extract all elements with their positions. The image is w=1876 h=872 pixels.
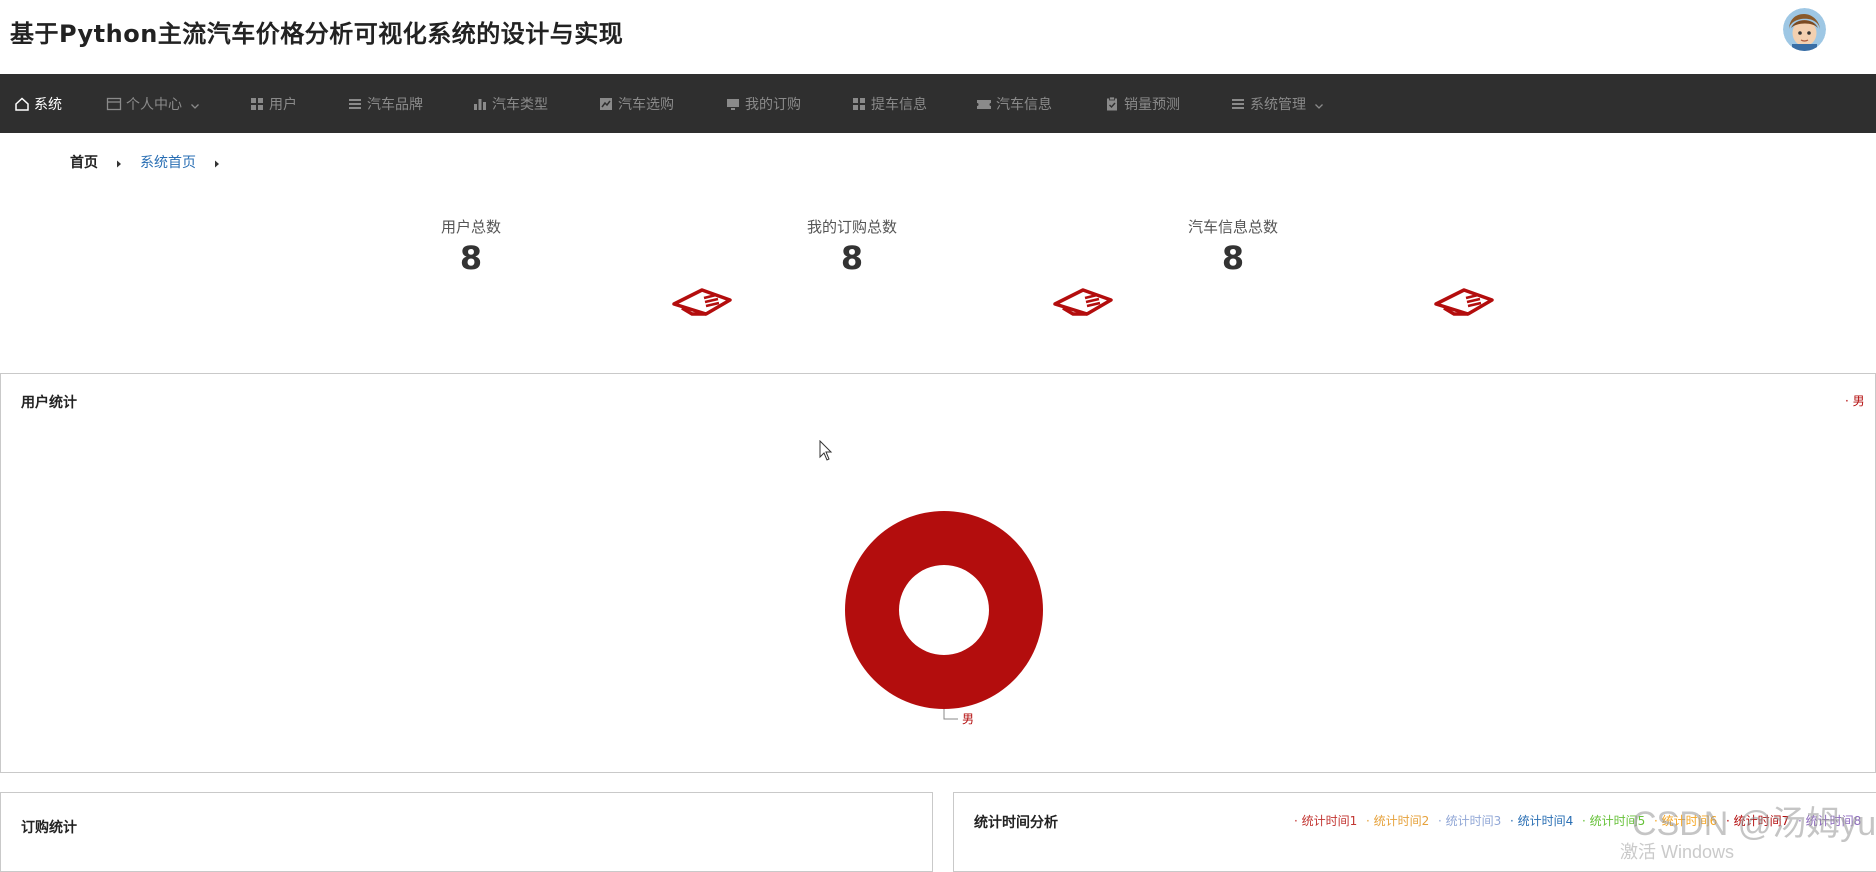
stat-label: 汽车信息总数 <box>1187 218 1278 236</box>
chart-box-icon <box>598 96 614 112</box>
document-icon <box>672 286 734 318</box>
windows-activation-watermark: 激活 Windows <box>1620 842 1735 862</box>
chevron-down-icon <box>190 99 200 109</box>
nav-item-label: 汽车信息 <box>996 96 1052 113</box>
order-stats-panel: 订购统计 <box>0 792 933 872</box>
nav-item-personal-center[interactable]: 个人中心 <box>106 74 200 133</box>
main-navbar: 系统 个人中心 用户 汽车品牌 汽车类型 汽车选购 我的订购 提车信息 汽车信息… <box>0 74 1876 133</box>
calendar-icon <box>106 96 122 112</box>
stat-value: 8 <box>840 239 864 277</box>
stat-value: 8 <box>1221 239 1245 277</box>
nav-item-label: 个人中心 <box>126 96 182 113</box>
breadcrumb-current[interactable]: 系统首页 <box>140 152 196 172</box>
nav-item-label: 系统管理 <box>1250 96 1306 113</box>
clipboard-icon <box>1104 96 1120 112</box>
nav-item-pickup-info[interactable]: 提车信息 <box>851 74 927 133</box>
stat-label: 用户总数 <box>440 218 501 236</box>
caret-right-icon <box>114 157 124 168</box>
bar-chart-icon <box>472 96 488 112</box>
list-icon <box>347 96 363 112</box>
nav-item-my-orders[interactable]: 我的订购 <box>725 74 801 133</box>
nav-item-label: 汽车选购 <box>618 96 674 113</box>
stat-user-total: 用户总数 8 <box>371 216 571 277</box>
header: 基于Python主流汽车价格分析可视化系统的设计与实现 <box>0 0 1876 74</box>
nav-item-label: 系统 <box>34 96 62 113</box>
breadcrumb-home[interactable]: 首页 <box>70 152 98 172</box>
list-icon <box>1230 96 1246 112</box>
time-legend-item[interactable]: · 统计时间3 <box>1438 812 1501 829</box>
stat-car-info-total: 汽车信息总数 8 <box>1133 216 1333 277</box>
grid-icon <box>249 96 265 112</box>
nav-item-system-management[interactable]: 系统管理 <box>1230 74 1324 133</box>
nav-item-label: 用户 <box>269 96 297 113</box>
nav-item-label: 提车信息 <box>871 96 927 113</box>
stat-label: 我的订购总数 <box>806 218 897 236</box>
document-icon <box>1053 286 1115 318</box>
panel-title: 统计时间分析 <box>974 815 1058 831</box>
chevron-down-icon <box>1314 99 1324 109</box>
nav-item-label: 我的订购 <box>745 96 801 113</box>
nav-item-car-info[interactable]: 汽车信息 <box>976 74 1052 133</box>
nav-item-system[interactable]: 系统 <box>14 74 62 133</box>
nav-item-label: 销量预测 <box>1124 96 1180 113</box>
breadcrumb: 首页 系统首页 <box>70 152 238 172</box>
user-stats-panel: 用户统计 · 男 男 <box>0 373 1876 773</box>
monitor-icon <box>725 96 741 112</box>
nav-item-sales-forecast[interactable]: 销量预测 <box>1104 74 1180 133</box>
nav-item-car-purchase[interactable]: 汽车选购 <box>598 74 674 133</box>
nav-item-car-brand[interactable]: 汽车品牌 <box>347 74 423 133</box>
panel-title: 订购统计 <box>21 820 77 836</box>
grid-icon <box>851 96 867 112</box>
nav-item-users[interactable]: 用户 <box>249 74 297 133</box>
time-legend-item[interactable]: · 统计时间1 <box>1294 812 1357 829</box>
slice-label: 男 <box>962 712 974 726</box>
user-avatar[interactable] <box>1783 8 1826 51</box>
nav-item-car-type[interactable]: 汽车类型 <box>472 74 548 133</box>
nav-item-label: 汽车品牌 <box>367 96 423 113</box>
stat-order-total: 我的订购总数 8 <box>752 216 952 277</box>
mouse-cursor-icon <box>819 439 833 466</box>
nav-item-label: 汽车类型 <box>492 96 548 113</box>
caret-right-icon <box>212 157 222 168</box>
app-title: 基于Python主流汽车价格分析可视化系统的设计与实现 <box>10 20 624 48</box>
stat-value: 8 <box>459 239 483 277</box>
slice-label-line <box>943 709 958 720</box>
time-legend-item[interactable]: · 统计时间2 <box>1366 812 1429 829</box>
document-icon <box>1434 286 1496 318</box>
pie-slice[interactable] <box>845 511 1043 709</box>
ticket-icon <box>976 96 992 112</box>
user-donut-chart: 男 <box>845 511 1043 726</box>
home-icon <box>14 96 30 112</box>
time-legend-item[interactable]: · 统计时间4 <box>1510 812 1573 829</box>
